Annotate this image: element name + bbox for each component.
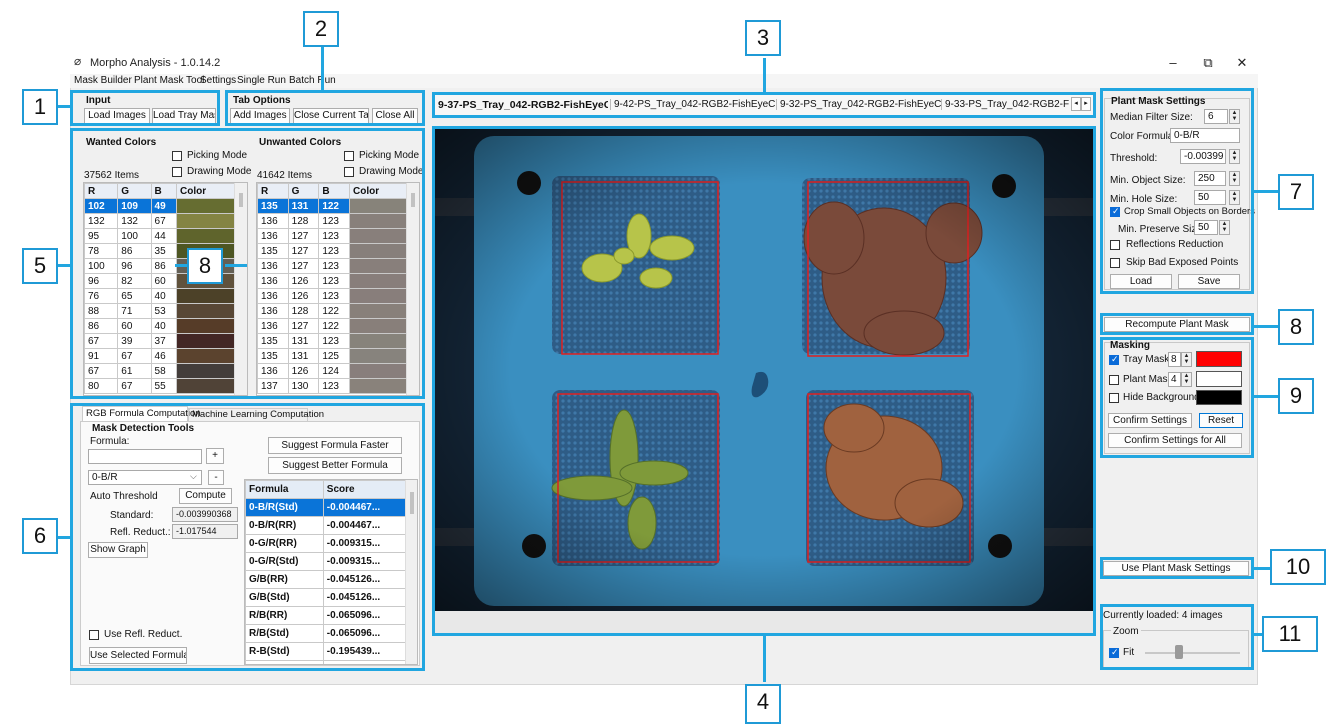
window-title: Morpho Analysis - 1.0.14.2 xyxy=(90,57,221,69)
menu-single-run[interactable]: Single Run xyxy=(237,74,286,88)
callout-box-10 xyxy=(1100,557,1254,579)
callout-number-8-left: 8 xyxy=(187,248,223,284)
callout-line-1 xyxy=(58,105,72,108)
callout-box-9 xyxy=(1100,337,1254,458)
callout-line-3 xyxy=(763,58,766,94)
callout-number-1: 1 xyxy=(22,89,58,125)
callout-number-7: 7 xyxy=(1278,174,1314,210)
callout-number-10: 10 xyxy=(1270,549,1326,585)
callout-line-2 xyxy=(321,46,324,92)
callout-box-2 xyxy=(225,90,425,126)
title-bar xyxy=(70,52,1258,74)
menu-settings[interactable]: Settings xyxy=(200,74,236,88)
callout-box-1 xyxy=(70,90,220,126)
callout-box-7 xyxy=(1100,88,1254,294)
callout-line-10 xyxy=(1254,567,1270,570)
callout-number-3: 3 xyxy=(745,20,781,56)
menu-plant-mask-tool[interactable]: Plant Mask Tool xyxy=(134,74,204,88)
callout-box-4 xyxy=(432,126,1096,636)
callout-line-9 xyxy=(1254,395,1278,398)
callout-line-8a-left xyxy=(175,264,187,267)
callout-line-4 xyxy=(763,636,766,682)
callout-box-11 xyxy=(1100,604,1254,670)
app-logo-icon: ⌀ xyxy=(74,54,82,68)
callout-line-6 xyxy=(58,536,72,539)
callout-box-5 xyxy=(70,128,425,399)
callout-line-7 xyxy=(1254,190,1278,193)
callout-line-11 xyxy=(1254,633,1262,636)
close-icon[interactable]: ✕ xyxy=(1230,54,1254,72)
callout-number-5: 5 xyxy=(22,248,58,284)
callout-line-5 xyxy=(58,264,72,267)
callout-number-4: 4 xyxy=(745,684,781,724)
menu-mask-builder[interactable]: Mask Builder xyxy=(74,74,132,88)
callout-box-6 xyxy=(70,403,425,671)
menu-batch-run[interactable]: Batch Run xyxy=(289,74,336,88)
callout-number-8-right: 8 xyxy=(1278,309,1314,345)
callout-number-9: 9 xyxy=(1278,378,1314,414)
callout-box-8 xyxy=(1100,313,1254,335)
callout-number-6: 6 xyxy=(22,518,58,554)
callout-number-2: 2 xyxy=(303,11,339,47)
callout-line-8a-right xyxy=(225,264,247,267)
callout-number-11: 11 xyxy=(1262,616,1318,652)
callout-box-3 xyxy=(432,92,1096,118)
callout-line-8b xyxy=(1254,325,1278,328)
restore-icon[interactable]: ⧉ xyxy=(1196,54,1220,72)
minimize-icon[interactable]: – xyxy=(1161,54,1185,72)
